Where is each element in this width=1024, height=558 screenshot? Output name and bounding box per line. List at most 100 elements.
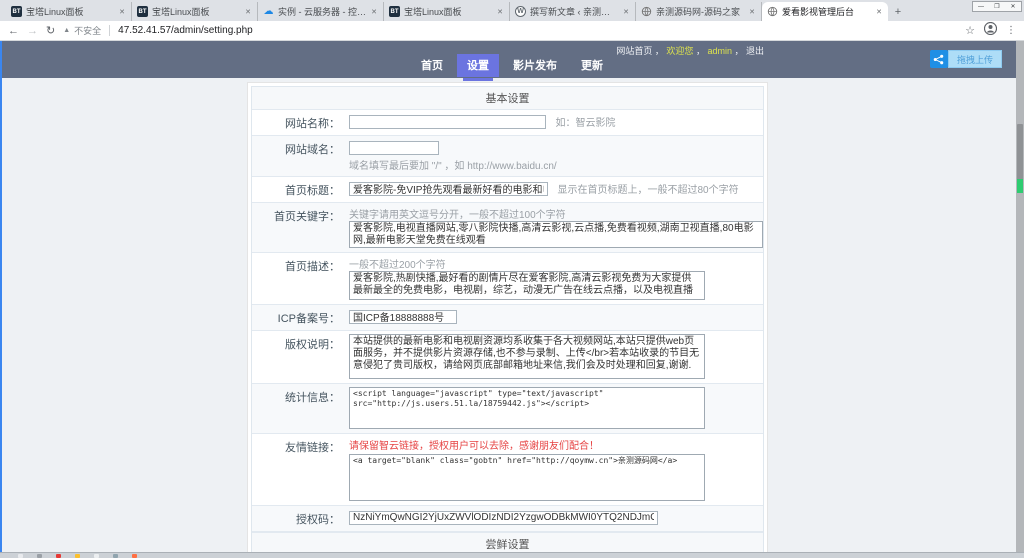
tab-close-icon[interactable]: ✕ [496, 7, 504, 17]
tab-title: 实例 - 云服务器 - 控制台 [278, 5, 366, 18]
upload-widget: 拖拽上传 [930, 50, 1002, 68]
row-domain: 网站域名： 域名填写最后要加 "/" ，如 http://www.baidu.c… [252, 136, 763, 177]
domain-label: 网站域名： [252, 136, 344, 176]
description-hint: 一般不超过200个字符 [349, 256, 758, 271]
settings-content: 基本设置 网站名称： 如：智云影院 网站域名： 域名填写最后要加 "/" ，如 … [0, 78, 1016, 558]
main-nav: 首页 设置 影片发布 更新 [0, 54, 1024, 77]
tab-baota-1[interactable]: BT 宝塔Linux面板 ✕ [6, 2, 132, 21]
description-textarea[interactable]: 爱客影院,热剧快播,最好看的剧情片尽在爱客影院,高清云影视免费为大家提供最新最全… [349, 271, 705, 300]
row-description: 首页描述： 一般不超过200个字符 爱客影院,热剧快播,最好看的剧情片尽在爱客影… [252, 253, 763, 305]
nav-settings-active[interactable]: 设置 [457, 54, 499, 77]
share-upload-icon[interactable] [930, 50, 948, 68]
reload-icon[interactable]: ↻ [46, 24, 55, 37]
globe-favicon [767, 6, 778, 17]
domain-hint: 域名填写最后要加 "/" ，如 http://www.baidu.cn/ [349, 157, 758, 172]
security-label: 不安全 [74, 24, 101, 37]
back-icon[interactable]: ← [8, 25, 19, 37]
keywords-hint: 关键字请用英文逗号分开，一般不超过100个字符 [349, 206, 758, 221]
wordpress-favicon: W [515, 6, 526, 17]
copyright-textarea[interactable]: 本站提供的最新电影和电视剧资源均系收集于各大视频网站,本站只提供web页面服务，… [349, 334, 705, 379]
section-basic-settings: 基本设置 [252, 87, 763, 110]
home-title-hint: 显示在首页标题上，一般不超过80个字符 [557, 181, 738, 196]
restore-icon[interactable]: ❐ [989, 2, 1005, 11]
browser-toolbar: ← → ↻ ▲ 不安全 47.52.41.57/admin/setting.ph… [0, 21, 1024, 41]
tab-title: 宝塔Linux面板 [404, 5, 492, 18]
address-bar[interactable]: 47.52.41.57/admin/setting.php [118, 25, 957, 36]
friend-links-textarea[interactable]: <a target="blank" class="gobtn" href="ht… [349, 454, 705, 501]
tab-title: 撰写新文章 ‹ 亲测源码网 — Wo [530, 5, 618, 18]
forward-icon[interactable]: → [27, 25, 38, 37]
browser-tab-strip: BT 宝塔Linux面板 ✕ BT 宝塔Linux面板 ✕ ☁ 实例 - 云服务… [0, 0, 1024, 21]
tab-close-icon[interactable]: ✕ [748, 7, 756, 17]
friend-links-warning: 请保留智云链接，授权用户可以去除，感谢朋友们配合！ [349, 437, 758, 452]
row-site-name: 网站名称： 如：智云影院 [252, 110, 763, 136]
profile-avatar-icon[interactable] [984, 22, 997, 40]
taskbar-icon[interactable] [56, 554, 61, 558]
copyright-label: 版权说明： [252, 331, 344, 383]
screen: BT 宝塔Linux面板 ✕ BT 宝塔Linux面板 ✕ ☁ 实例 - 云服务… [0, 0, 1024, 558]
description-label: 首页描述： [252, 253, 344, 304]
tab-admin-active[interactable]: 爱看影视管理后台 ✕ [762, 2, 888, 21]
row-icp: ICP备案号： [252, 305, 763, 331]
statistics-textarea[interactable]: <script language="javascript" type="text… [349, 387, 705, 429]
tab-wordpress[interactable]: W 撰写新文章 ‹ 亲测源码网 — Wo ✕ [510, 2, 636, 21]
bookmark-star-icon[interactable]: ☆ [965, 24, 975, 37]
baota-favicon: BT [11, 6, 22, 17]
tab-close-icon[interactable]: ✕ [118, 7, 126, 17]
background-window-edge [0, 41, 2, 558]
nav-home[interactable]: 首页 [411, 54, 453, 77]
keywords-textarea[interactable]: 爱客影院,电视直播网站,零八影院快播,高清云影视,云点播,免费看视频,湖南卫视直… [349, 221, 763, 248]
tab-title: 亲测源码网-源码之家 [656, 5, 744, 18]
nav-update[interactable]: 更新 [571, 54, 613, 77]
baota-favicon: BT [137, 6, 148, 17]
tab-cloud-console[interactable]: ☁ 实例 - 云服务器 - 控制台 ✕ [258, 2, 384, 21]
scrollbar-thumb[interactable] [1017, 124, 1023, 186]
globe-favicon [641, 6, 652, 17]
webpage: 网站首页 ， 欢迎您 ， admin ， 退出 首页 设置 影片发布 更新 拖拽… [0, 41, 1024, 558]
tab-close-icon[interactable]: ✕ [370, 7, 378, 17]
domain-input[interactable] [349, 141, 439, 155]
cloud-favicon: ☁ [263, 6, 274, 17]
row-home-title: 首页标题： 显示在首页标题上，一般不超过80个字符 [252, 177, 763, 203]
taskbar-icon[interactable] [113, 554, 118, 558]
site-name-input[interactable] [349, 115, 546, 129]
settings-table: 基本设置 网站名称： 如：智云影院 网站域名： 域名填写最后要加 "/" ，如 … [251, 86, 764, 558]
tab-source-site[interactable]: 亲测源码网-源码之家 ✕ [636, 2, 762, 21]
scrollbar-marker [1017, 179, 1023, 193]
nav-publish[interactable]: 影片发布 [503, 54, 567, 77]
toolbar-right: ☆ ⋮ [965, 22, 1016, 40]
taskbar-icon[interactable] [37, 554, 42, 558]
auth-code-label: 授权码： [252, 506, 344, 531]
taskbar-icon[interactable] [94, 554, 99, 558]
minimize-icon[interactable]: — [973, 2, 989, 11]
drag-upload-button[interactable]: 拖拽上传 [948, 50, 1002, 68]
tab-title: 爱看影视管理后台 [782, 5, 871, 18]
divider [109, 25, 110, 36]
tab-close-icon[interactable]: ✕ [875, 7, 883, 17]
taskbar-icon[interactable] [132, 554, 137, 558]
row-friend-links: 友情链接： 请保留智云链接，授权用户可以去除，感谢朋友们配合！ <a targe… [252, 434, 763, 506]
site-name-hint: 如：智云影院 [555, 114, 615, 129]
home-title-label: 首页标题： [252, 177, 344, 202]
site-header: 网站首页 ， 欢迎您 ， admin ， 退出 首页 设置 影片发布 更新 拖拽… [0, 41, 1024, 78]
tab-baota-2[interactable]: BT 宝塔Linux面板 ✕ [132, 2, 258, 21]
tab-title: 宝塔Linux面板 [152, 5, 240, 18]
taskbar-icon[interactable] [75, 554, 80, 558]
security-chip[interactable]: ▲ 不安全 [63, 24, 101, 37]
tab-close-icon[interactable]: ✕ [244, 7, 252, 17]
close-icon[interactable]: ✕ [1005, 2, 1021, 11]
icp-input[interactable] [349, 310, 457, 324]
warning-icon: ▲ [63, 27, 70, 34]
auth-code-input[interactable] [349, 511, 658, 525]
row-statistics: 统计信息： <script language="javascript" type… [252, 384, 763, 434]
home-title-input[interactable] [349, 182, 548, 196]
icp-label: ICP备案号： [252, 305, 344, 330]
chrome-menu-icon[interactable]: ⋮ [1006, 25, 1016, 36]
tab-baota-3[interactable]: BT 宝塔Linux面板 ✕ [384, 2, 510, 21]
baota-favicon: BT [389, 6, 400, 17]
taskbar-icon[interactable] [18, 554, 23, 558]
row-keywords: 首页关键字： 关键字请用英文逗号分开，一般不超过100个字符 爱客影院,电视直播… [252, 203, 763, 253]
new-tab-button[interactable]: + [888, 3, 908, 21]
tab-close-icon[interactable]: ✕ [622, 7, 630, 17]
page-scrollbar[interactable] [1016, 41, 1024, 558]
